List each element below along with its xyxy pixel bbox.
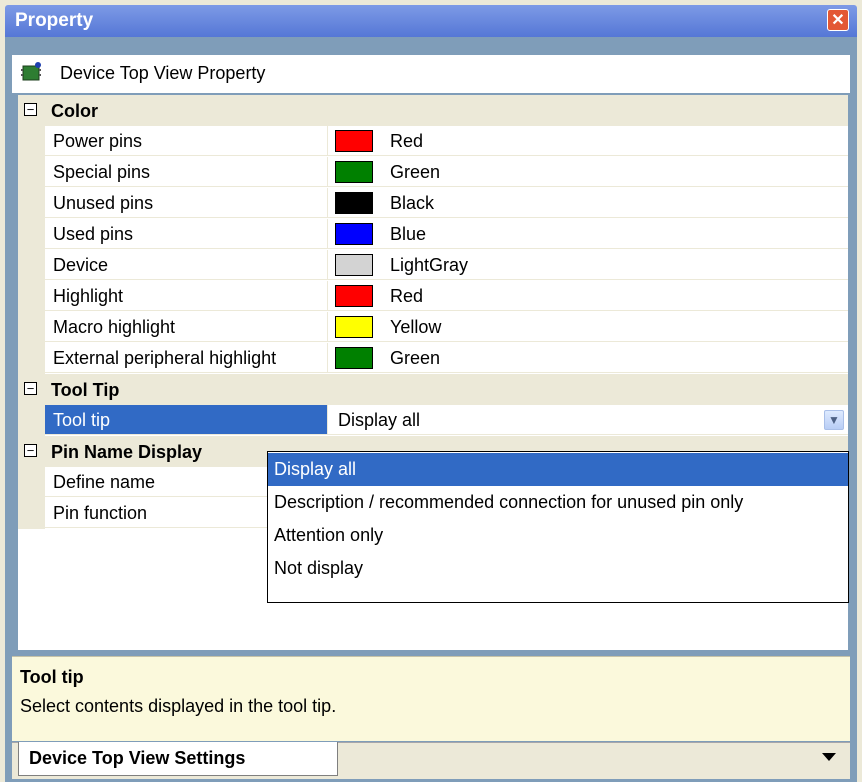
chevron-down-icon[interactable] — [822, 753, 836, 761]
property-value[interactable]: Red — [328, 281, 848, 311]
property-value[interactable]: Yellow — [328, 312, 848, 342]
property-window: Property ✕ Device Top View Property − Co… — [0, 0, 862, 782]
category-tool-tip[interactable]: − Tool Tip — [18, 374, 848, 405]
property-name: Macro highlight — [45, 312, 328, 342]
property-row-unused-pins[interactable]: Unused pins Black — [18, 188, 848, 219]
chevron-down-icon[interactable]: ▼ — [824, 410, 844, 430]
property-value[interactable]: Green — [328, 157, 848, 187]
dropdown-option[interactable]: Description / recommended connection for… — [268, 486, 848, 519]
window-title: Property — [15, 10, 94, 31]
property-name: Highlight — [45, 281, 328, 311]
property-value[interactable]: Green — [328, 343, 848, 373]
dropdown-option[interactable]: Display all — [268, 453, 848, 486]
property-name: Used pins — [45, 219, 328, 249]
color-swatch — [335, 316, 373, 338]
description-text: Select contents displayed in the tool ti… — [20, 696, 337, 716]
category-label: Color — [51, 101, 98, 121]
color-swatch — [335, 223, 373, 245]
color-swatch — [335, 192, 373, 214]
property-row-macro-highlight[interactable]: Macro highlight Yellow — [18, 312, 848, 343]
property-name: External peripheral highlight — [45, 343, 328, 373]
color-swatch — [335, 254, 373, 276]
collapse-icon[interactable]: − — [24, 444, 37, 457]
description-pane: Tool tip Select contents displayed in th… — [12, 656, 850, 741]
close-icon[interactable]: ✕ — [827, 9, 849, 31]
property-row-device[interactable]: Device LightGray — [18, 250, 848, 281]
property-row-special-pins[interactable]: Special pins Green — [18, 157, 848, 188]
property-object-header: Device Top View Property — [12, 55, 850, 93]
color-swatch — [335, 285, 373, 307]
description-title: Tool tip — [20, 667, 84, 687]
property-row-highlight[interactable]: Highlight Red — [18, 281, 848, 312]
property-value[interactable]: Black — [328, 188, 848, 218]
dropdown-option[interactable]: Not display — [268, 552, 848, 585]
dropdown-option[interactable]: Attention only — [268, 519, 848, 552]
chip-icon — [21, 62, 41, 81]
property-row-used-pins[interactable]: Used pins Blue — [18, 219, 848, 250]
property-name: Special pins — [45, 157, 328, 187]
property-value[interactable]: Red — [328, 126, 848, 156]
property-name: Unused pins — [45, 188, 328, 218]
category-label: Tool Tip — [51, 380, 120, 400]
category-color[interactable]: − Color — [18, 95, 848, 126]
title-bar[interactable]: Property ✕ — [5, 5, 857, 37]
property-value[interactable]: LightGray — [328, 250, 848, 280]
color-swatch — [335, 130, 373, 152]
property-row-external-peripheral-highlight[interactable]: External peripheral highlight Green — [18, 343, 848, 374]
tab-device-top-view-settings[interactable]: Device Top View Settings — [18, 742, 338, 776]
property-row-tool-tip[interactable]: Tool tip Display all ▼ — [18, 405, 848, 436]
property-name: Power pins — [45, 126, 328, 156]
collapse-icon[interactable]: − — [24, 103, 37, 116]
tool-tip-dropdown-list: Display all Description / recommended co… — [267, 451, 849, 603]
color-swatch — [335, 347, 373, 369]
object-label: Device Top View Property — [60, 63, 266, 83]
property-name: Device — [45, 250, 328, 280]
dropdown-value: Display all — [338, 410, 421, 430]
collapse-icon[interactable]: − — [24, 382, 37, 395]
tab-bar: Device Top View Settings — [12, 742, 850, 779]
color-swatch — [335, 161, 373, 183]
property-value[interactable]: Blue — [328, 219, 848, 249]
tool-tip-dropdown[interactable]: Display all ▼ — [328, 405, 848, 435]
category-label: Pin Name Display — [51, 442, 203, 462]
property-name: Tool tip — [45, 405, 328, 435]
property-row-power-pins[interactable]: Power pins Red — [18, 126, 848, 157]
